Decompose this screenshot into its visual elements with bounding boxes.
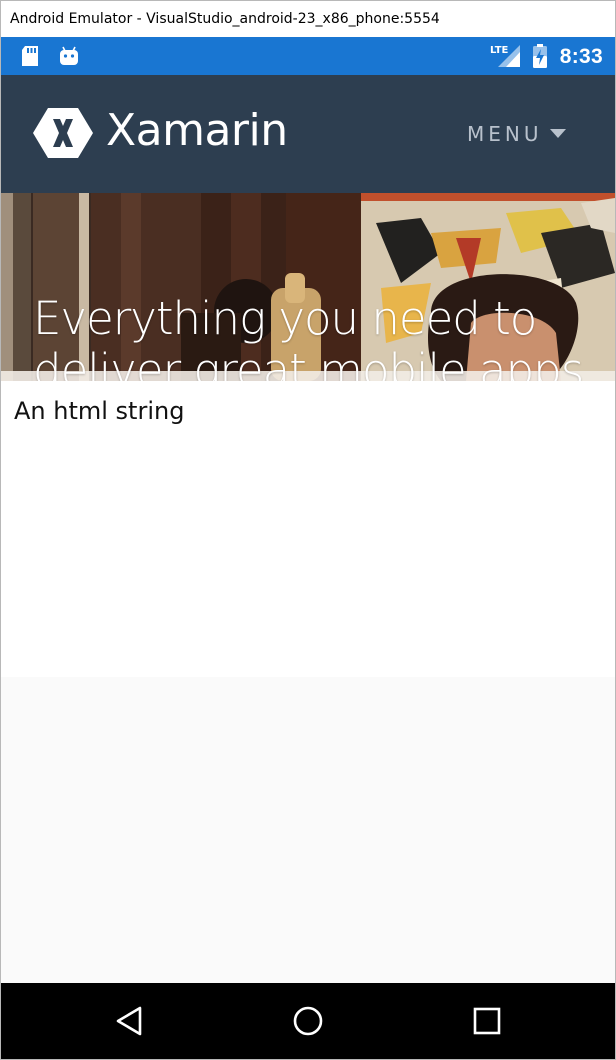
recents-button[interactable] [447,983,527,1059]
hero-banner: Everything you need to deliver great mobi… [1,193,615,381]
xamarin-logo-icon[interactable] [32,107,94,164]
webview[interactable]: Xamarin MENU Everything you need to deli… [1,75,615,381]
hero-heading-line1: Everything you need to [33,292,537,345]
html-string-label: An html string [14,397,185,425]
sd-card-icon [20,37,40,75]
home-icon [293,1006,323,1036]
window-title: Android Emulator - VisualStudio_android-… [10,11,440,27]
network-type-label: LTE [490,45,509,56]
status-clock: 8:33 [559,45,603,68]
empty-area [1,677,615,983]
hero-heading: Everything you need to deliver great mobi… [33,292,615,382]
navigation-bar [1,983,615,1059]
window-title-bar: Android Emulator - VisualStudio_android-… [1,1,615,37]
home-button[interactable] [268,983,348,1059]
status-bar: LTE 8:33 [1,37,615,75]
emulator-window: Android Emulator - VisualStudio_android-… [0,0,616,1060]
menu-button[interactable]: MENU [467,119,567,149]
back-icon [116,1006,142,1036]
android-icon [58,37,80,75]
brand-name[interactable]: Xamarin [106,105,288,156]
signal-icon: LTE [490,37,522,75]
menu-label: MENU [467,122,543,146]
battery-charging-icon [532,37,548,75]
back-button[interactable] [89,983,169,1059]
site-header: Xamarin MENU [1,75,615,193]
hero-heading-line2: deliver great mobile apps [33,344,584,382]
html-content-area: An html string [1,381,615,677]
caret-down-icon [549,129,566,138]
recents-icon [473,1007,501,1035]
